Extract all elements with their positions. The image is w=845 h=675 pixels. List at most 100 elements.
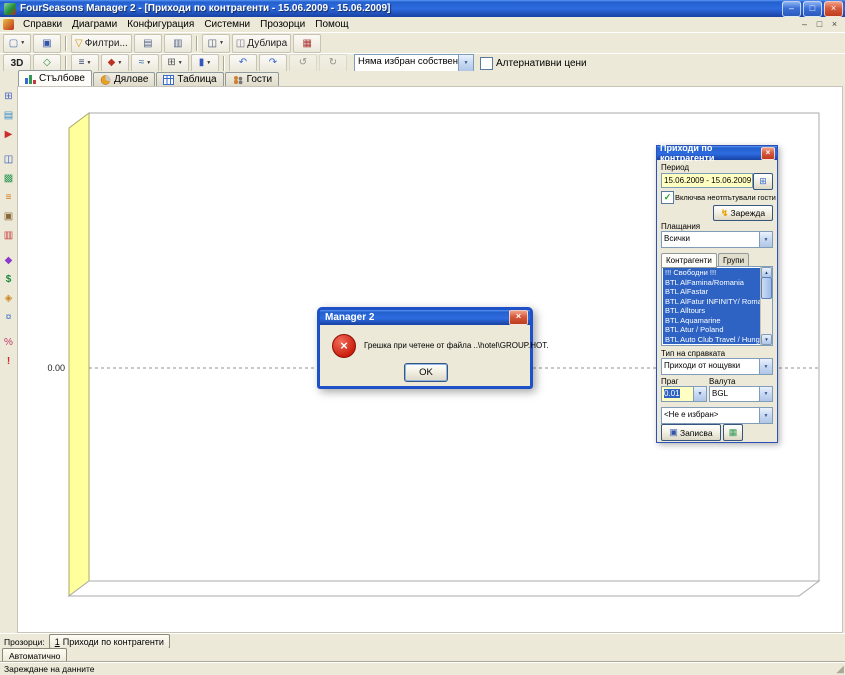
list-item[interactable]: BTL AlFatur INFINITY/ Romani [663, 297, 760, 307]
menu-system[interactable]: Системни [199, 17, 255, 32]
resize-grip-icon[interactable]: ◢ [836, 664, 844, 675]
scrollbar-thumb[interactable] [761, 277, 772, 299]
error-icon: × [332, 334, 356, 358]
alert-icon[interactable]: ! [7, 355, 10, 368]
tab-shares-label: Дялове [114, 74, 148, 85]
dialog-close-button[interactable]: × [509, 310, 528, 325]
calendar-button[interactable]: ⊞ [753, 173, 773, 190]
payments-combobox[interactable]: Всички ▼ [661, 231, 773, 248]
marker-icon: ◆ [108, 58, 116, 68]
panel-titlebar[interactable]: Приходи по контрагенти × [657, 146, 777, 160]
report-type-combobox[interactable]: Приходи от нощувки ▼ [661, 358, 773, 375]
list-item[interactable]: BTL Auto Club Travel / Hunga [663, 335, 760, 345]
rotate-right-button[interactable]: ↻ [319, 54, 347, 73]
percent-icon[interactable]: % [4, 336, 13, 349]
tab-table[interactable]: Таблица [156, 72, 223, 86]
child-close-button[interactable]: × [827, 17, 842, 32]
diamond-icon[interactable]: ◆ [5, 254, 13, 267]
export-table-button[interactable]: ▦ [723, 424, 743, 441]
undo-button[interactable]: ↶ [229, 54, 257, 73]
toolbar-separator [65, 56, 67, 71]
tab-contragents[interactable]: Контрагенти [661, 253, 717, 268]
panel-close-button[interactable]: × [761, 147, 775, 160]
redo-button[interactable]: ↷ [259, 54, 287, 73]
palette-button[interactable]: ▦ [293, 34, 321, 53]
alt-prices-label[interactable]: Алтернативни цени [496, 58, 587, 69]
list-item[interactable]: BTL AlFamina/Romania [663, 278, 760, 288]
list-scrollbar[interactable]: ▲ ▼ [760, 267, 772, 345]
dialog-titlebar[interactable]: Manager 2 × [320, 310, 530, 325]
blocks-icon[interactable]: ▩ [4, 172, 13, 185]
ok-button[interactable]: OK [404, 363, 448, 382]
rotate-left-icon: ↺ [299, 58, 307, 68]
line-style-dropdown-button[interactable]: ≈ ▼ [131, 54, 159, 73]
report-parameters-panel: Приходи по контрагенти × Период 15.06.20… [656, 145, 778, 443]
new-report-button[interactable]: ▢ ▼ [3, 34, 31, 53]
child-minimize-button[interactable]: – [797, 17, 812, 32]
threshold-input[interactable]: 0.01 ▼ [661, 386, 707, 402]
maximize-button[interactable]: □ [803, 1, 822, 17]
titlebar[interactable]: FourSeasons Manager 2 - [Приходи по конт… [0, 0, 845, 17]
include-guests-checkbox[interactable]: ✓ [661, 191, 674, 204]
menu-windows[interactable]: Прозорци [255, 17, 310, 32]
monitor-icon[interactable]: ◫ [4, 153, 13, 166]
scroll-down-icon[interactable]: ▼ [761, 334, 772, 345]
duplicate-button[interactable]: ◫ Дублира [232, 34, 291, 53]
report-chart-icon[interactable]: ▤ [4, 109, 13, 122]
menu-reports[interactable]: Справки [18, 17, 67, 32]
currency-combobox[interactable]: BGL ▼ [709, 386, 773, 402]
chevron-down-icon: ▼ [759, 359, 772, 374]
rotate-left-button[interactable]: ↺ [289, 54, 317, 73]
load-button[interactable]: ↯ Зарежда [713, 205, 773, 221]
chevron-down-icon: ▼ [458, 55, 473, 71]
period-input[interactable]: 15.06.2009 - 15.06.2009 [661, 173, 753, 188]
building-icon[interactable]: ▥ [4, 229, 13, 242]
currency-icon[interactable]: ¤ [6, 311, 12, 324]
tab-shares[interactable]: Дялове [93, 72, 155, 86]
gem-icon[interactable]: ◈ [5, 292, 13, 305]
grid-dropdown-button[interactable]: ⊞ ▼ [161, 54, 189, 73]
automatic-button[interactable]: Автоматично [2, 648, 67, 663]
list-icon[interactable]: ≡ [6, 191, 12, 204]
depth-dropdown-button[interactable]: ▮ ▼ [191, 54, 219, 73]
child-restore-button[interactable]: □ [812, 17, 827, 32]
window-title: FourSeasons Manager 2 - [Приходи по конт… [20, 3, 782, 14]
list-item[interactable]: BTL AlFastar [663, 287, 760, 297]
list-item[interactable]: BTL Aquamarine [663, 316, 760, 326]
threshold-selected-text: 0.01 [664, 389, 680, 398]
threshold-value: 0.01 [662, 387, 693, 401]
window-switch-button[interactable]: 1 Приходи по контрагенти [49, 634, 170, 649]
briefcase-icon[interactable]: ▣ [4, 210, 13, 223]
menu-help[interactable]: Помощ [310, 17, 353, 32]
marker-dropdown-button[interactable]: ◆ ▼ [101, 54, 129, 73]
dialog-title: Manager 2 [325, 312, 374, 323]
dollar-icon[interactable]: $ [6, 273, 12, 286]
cube-grid-icon[interactable]: ⊞ [4, 90, 12, 103]
chevron-down-icon: ▼ [117, 61, 122, 66]
save-report-button[interactable]: ▣ Записва [661, 424, 721, 441]
tab-columns[interactable]: Стълбове [18, 70, 92, 86]
save-button[interactable]: ▣ [33, 34, 61, 53]
tab-table-label: Таблица [177, 74, 216, 85]
menu-configuration[interactable]: Конфигурация [122, 17, 199, 32]
alt-prices-checkbox[interactable] [480, 57, 493, 70]
media-play-icon[interactable]: ▶ [5, 128, 13, 141]
rotate-right-icon: ↻ [329, 58, 337, 68]
list-item[interactable]: !!! Свободни !!! [663, 268, 760, 278]
hotel-combobox[interactable]: <Не е избран> ▼ [661, 407, 773, 424]
list-item[interactable]: BTL Alltours [663, 306, 760, 316]
child-window-icon[interactable] [3, 19, 14, 30]
menu-diagrams[interactable]: Диаграми [67, 17, 122, 32]
tab-guests[interactable]: Гости [225, 72, 279, 86]
close-button[interactable]: × [824, 1, 843, 17]
error-dialog: Manager 2 × × Грешка при четене от файла… [317, 307, 533, 389]
minimize-button[interactable]: – [782, 1, 801, 17]
include-guests-label[interactable]: Включва неотпътували гости [675, 193, 776, 202]
filters-label: Филтри... [85, 38, 128, 49]
print-preview-button[interactable]: ▤ [134, 34, 162, 53]
owner-combobox[interactable]: Няма избран собственици ▼ [354, 54, 474, 72]
list-item[interactable]: BTL Atur / Poland [663, 325, 760, 335]
copy-button[interactable]: ◫ ▼ [202, 34, 230, 53]
filters-button[interactable]: ▽ Филтри... [71, 34, 132, 53]
print-button[interactable]: ▥ [164, 34, 192, 53]
